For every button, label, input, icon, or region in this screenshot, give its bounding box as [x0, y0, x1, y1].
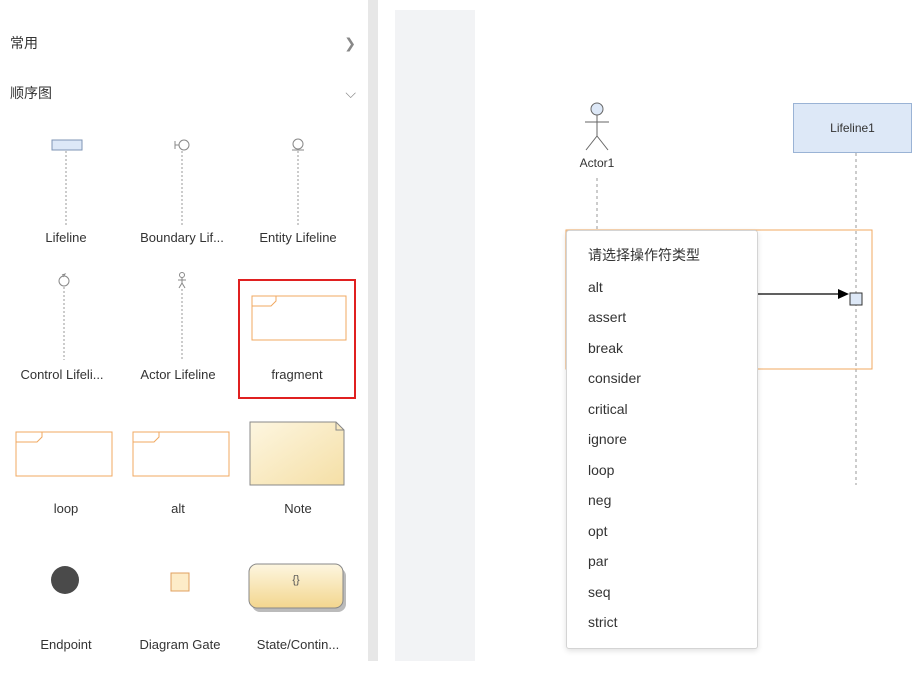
endpoint-circle-icon — [51, 566, 79, 594]
shape-label: Lifeline — [45, 230, 87, 245]
section-common-title: 常用 — [10, 35, 38, 51]
shape-label: fragment — [271, 367, 323, 382]
popup-title: 请选择操作符类型 — [588, 247, 700, 263]
operator-item-seq[interactable]: seq — [588, 582, 611, 602]
operator-item-assert[interactable]: assert — [588, 307, 626, 327]
chevron-right-icon: ❯ — [344, 34, 356, 51]
lifeline1-label: Lifeline1 — [830, 121, 875, 135]
control-lifeline-icon — [58, 273, 70, 360]
panel-divider[interactable] — [368, 0, 378, 661]
shape-boundary-lifeline[interactable]: Boundary Lif... — [124, 130, 240, 264]
operator-item-ignore[interactable]: ignore — [588, 429, 627, 449]
operator-item-neg[interactable]: neg — [588, 490, 611, 510]
shape-control-lifeline[interactable]: Control Lifeli... — [4, 266, 120, 400]
entity-lifeline-icon — [292, 138, 304, 226]
shape-state-continuation[interactable]: {} State/Contin... — [240, 550, 356, 684]
loop-fragment-icon — [15, 431, 113, 477]
shape-diagram-gate[interactable]: Diagram Gate — [122, 550, 238, 684]
lifeline-shape-icon — [51, 139, 83, 226]
canvas-margin — [395, 10, 475, 661]
operator-item-alt[interactable]: alt — [588, 277, 603, 297]
operator-type-popup: 请选择操作符类型 alt assert break consider criti… — [566, 230, 758, 649]
shape-library-panel: 常用 ❯ 顺序图 ⌵ Lifeline Boundary Lif... Enti… — [0, 0, 368, 661]
shape-label: Diagram Gate — [139, 637, 221, 652]
shape-label: Entity Lifeline — [259, 230, 337, 245]
diagram-gate-icon — [170, 572, 190, 592]
shape-lifeline[interactable]: Lifeline — [8, 130, 124, 264]
section-sequence-diagram[interactable]: 顺序图 ⌵ — [10, 79, 360, 107]
alt-fragment-icon — [132, 431, 230, 477]
shape-endpoint[interactable]: Endpoint — [8, 550, 124, 684]
shape-label: Endpoint — [40, 637, 92, 652]
operator-item-opt[interactable]: opt — [588, 521, 607, 541]
shape-label: Actor Lifeline — [140, 367, 216, 382]
operator-item-par[interactable]: par — [588, 551, 608, 571]
operator-item-consider[interactable]: consider — [588, 368, 641, 388]
boundary-lifeline-icon — [174, 139, 190, 226]
shape-note[interactable]: Note — [240, 410, 356, 544]
shape-entity-lifeline[interactable]: Entity Lifeline — [240, 130, 356, 264]
fragment-shape-icon — [251, 295, 347, 341]
section-sequence-title: 顺序图 — [10, 85, 52, 101]
actor-lifeline-icon — [178, 272, 186, 360]
shape-alt[interactable]: alt — [120, 410, 236, 544]
section-common[interactable]: 常用 ❯ — [10, 29, 360, 57]
shape-label: Note — [284, 501, 312, 516]
operator-item-critical[interactable]: critical — [588, 399, 628, 419]
shape-loop[interactable]: loop — [8, 410, 124, 544]
lifeline1-box[interactable]: Lifeline1 — [793, 103, 912, 153]
shape-actor-lifeline[interactable]: Actor Lifeline — [120, 266, 236, 400]
svg-text:{}: {} — [292, 574, 300, 586]
operator-item-strict[interactable]: strict — [588, 612, 618, 632]
shape-label: loop — [53, 501, 79, 516]
shape-fragment-selected[interactable]: fragment — [238, 279, 356, 399]
shape-label: State/Contin... — [256, 637, 340, 652]
note-shape-icon — [249, 421, 345, 486]
state-continuation-icon: {} — [248, 563, 346, 612]
shape-label: Boundary Lif... — [140, 230, 224, 245]
actor-label[interactable]: Actor1 — [566, 156, 628, 170]
operator-item-break[interactable]: break — [588, 338, 623, 358]
shape-label: Control Lifeli... — [20, 367, 104, 382]
operator-item-loop[interactable]: loop — [588, 460, 614, 480]
chevron-down-icon: ⌵ — [345, 84, 356, 101]
shape-label: alt — [171, 501, 185, 516]
